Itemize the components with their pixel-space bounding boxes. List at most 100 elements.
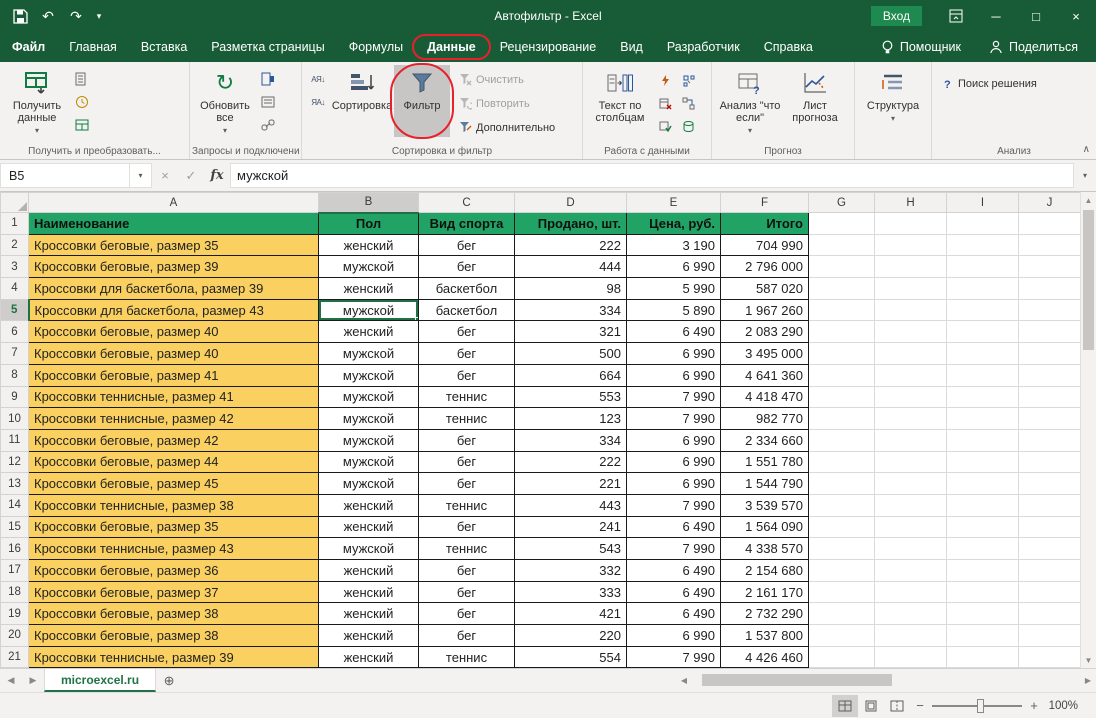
cell-C15[interactable]: бег [419, 516, 515, 538]
cell-I2[interactable] [947, 234, 1019, 256]
cell-F7[interactable]: 3 495 000 [721, 343, 809, 365]
cell-F11[interactable]: 2 334 660 [721, 429, 809, 451]
cell-C20[interactable]: бег [419, 625, 515, 647]
cell-H3[interactable] [875, 256, 947, 278]
cell-A20[interactable]: Кроссовки беговые, размер 38 [29, 625, 319, 647]
cell-C10[interactable]: теннис [419, 408, 515, 430]
assistant-button[interactable]: Помощник [881, 40, 961, 55]
cell-G5[interactable] [809, 299, 875, 321]
cell-H8[interactable] [875, 364, 947, 386]
cell-D16[interactable]: 543 [515, 538, 627, 560]
remove-duplicates-button[interactable] [653, 93, 677, 113]
zoom-level[interactable]: 100% [1044, 700, 1088, 712]
cell-I9[interactable] [947, 386, 1019, 408]
solver-button[interactable]: ? Поиск решения [936, 73, 1041, 94]
cell-H17[interactable] [875, 560, 947, 582]
share-button[interactable]: Поделиться [989, 40, 1078, 54]
cell-I15[interactable] [947, 516, 1019, 538]
cell-H12[interactable] [875, 451, 947, 473]
cell-J6[interactable] [1019, 321, 1081, 343]
cell-I8[interactable] [947, 364, 1019, 386]
cell-B13[interactable]: мужской [319, 473, 419, 495]
cell-B8[interactable]: мужской [319, 364, 419, 386]
scroll-up-arrow[interactable]: ▲ [1081, 192, 1096, 208]
row-header-1[interactable]: 1 [1, 213, 29, 235]
cell-B2[interactable]: женский [319, 234, 419, 256]
cell-I3[interactable] [947, 256, 1019, 278]
row-header-15[interactable]: 15 [1, 516, 29, 538]
cell-D21[interactable]: 554 [515, 646, 627, 668]
cell-I7[interactable] [947, 343, 1019, 365]
cell-D20[interactable]: 220 [515, 625, 627, 647]
cell-D3[interactable]: 444 [515, 256, 627, 278]
zoom-slider[interactable] [932, 705, 1022, 707]
cell-E9[interactable]: 7 990 [627, 386, 721, 408]
cell-B4[interactable]: женский [319, 278, 419, 300]
cell-I12[interactable] [947, 451, 1019, 473]
cell-I19[interactable] [947, 603, 1019, 625]
ribbon-tab-Разработчик[interactable]: Разработчик [655, 32, 752, 62]
cell-D15[interactable]: 241 [515, 516, 627, 538]
normal-view-button[interactable] [832, 695, 858, 717]
cell-D11[interactable]: 334 [515, 429, 627, 451]
cell-E10[interactable]: 7 990 [627, 408, 721, 430]
cell-C2[interactable]: бег [419, 234, 515, 256]
cell-C12[interactable]: бег [419, 451, 515, 473]
cell-G7[interactable] [809, 343, 875, 365]
cell-B17[interactable]: женский [319, 560, 419, 582]
cell-J14[interactable] [1019, 494, 1081, 516]
cell-A3[interactable]: Кроссовки беговые, размер 39 [29, 256, 319, 278]
cell-A8[interactable]: Кроссовки беговые, размер 41 [29, 364, 319, 386]
consolidate-button[interactable] [676, 70, 700, 90]
zoom-slider-thumb[interactable] [977, 699, 984, 713]
row-header-11[interactable]: 11 [1, 429, 29, 451]
cell-F6[interactable]: 2 083 290 [721, 321, 809, 343]
queries-connections-button[interactable] [256, 69, 280, 89]
cell-D17[interactable]: 332 [515, 560, 627, 582]
cell-B3[interactable]: мужской [319, 256, 419, 278]
row-header-16[interactable]: 16 [1, 538, 29, 560]
ribbon-display-options-button[interactable] [936, 0, 976, 32]
cell-E6[interactable]: 6 490 [627, 321, 721, 343]
save-button[interactable] [6, 2, 34, 30]
cell-C18[interactable]: бег [419, 581, 515, 603]
zoom-out-button[interactable]: − [910, 698, 930, 713]
cell-E5[interactable]: 5 890 [627, 299, 721, 321]
cell-D6[interactable]: 321 [515, 321, 627, 343]
cell-C1[interactable]: Вид спорта [419, 213, 515, 235]
sort-button[interactable]: Сортировка [330, 65, 394, 137]
row-header-10[interactable]: 10 [1, 408, 29, 430]
cell-B12[interactable]: мужской [319, 451, 419, 473]
enter-entry-button[interactable]: ✓ [178, 168, 204, 184]
chevron-down-icon[interactable]: ▾ [129, 164, 151, 187]
cell-A2[interactable]: Кроссовки беговые, размер 35 [29, 234, 319, 256]
row-header-19[interactable]: 19 [1, 603, 29, 625]
ribbon-tab-Рецензирование[interactable]: Рецензирование [488, 32, 609, 62]
row-header-9[interactable]: 9 [1, 386, 29, 408]
cell-J15[interactable] [1019, 516, 1081, 538]
undo-button[interactable]: ↶ [34, 2, 62, 30]
vertical-scrollbar-thumb[interactable] [1083, 210, 1094, 350]
cell-I5[interactable] [947, 299, 1019, 321]
collapse-ribbon-button[interactable]: ∧ [1083, 144, 1090, 155]
cell-G16[interactable] [809, 538, 875, 560]
scroll-left-arrow[interactable]: ◀ [676, 676, 692, 685]
cell-A19[interactable]: Кроссовки беговые, размер 38 [29, 603, 319, 625]
row-header-17[interactable]: 17 [1, 560, 29, 582]
cell-D4[interactable]: 98 [515, 278, 627, 300]
cell-B16[interactable]: мужской [319, 538, 419, 560]
cell-B7[interactable]: мужской [319, 343, 419, 365]
cell-G3[interactable] [809, 256, 875, 278]
cell-G9[interactable] [809, 386, 875, 408]
cell-I14[interactable] [947, 494, 1019, 516]
cell-B14[interactable]: женский [319, 494, 419, 516]
cell-A14[interactable]: Кроссовки теннисные, размер 38 [29, 494, 319, 516]
ribbon-tab-Разметка страницы[interactable]: Разметка страницы [199, 32, 336, 62]
cell-I13[interactable] [947, 473, 1019, 495]
cell-I20[interactable] [947, 625, 1019, 647]
select-all-button[interactable] [1, 193, 29, 213]
customize-qat-button[interactable]: ▾ [90, 2, 108, 30]
properties-button[interactable] [256, 92, 280, 112]
column-header-F[interactable]: F [721, 193, 809, 213]
cell-G12[interactable] [809, 451, 875, 473]
